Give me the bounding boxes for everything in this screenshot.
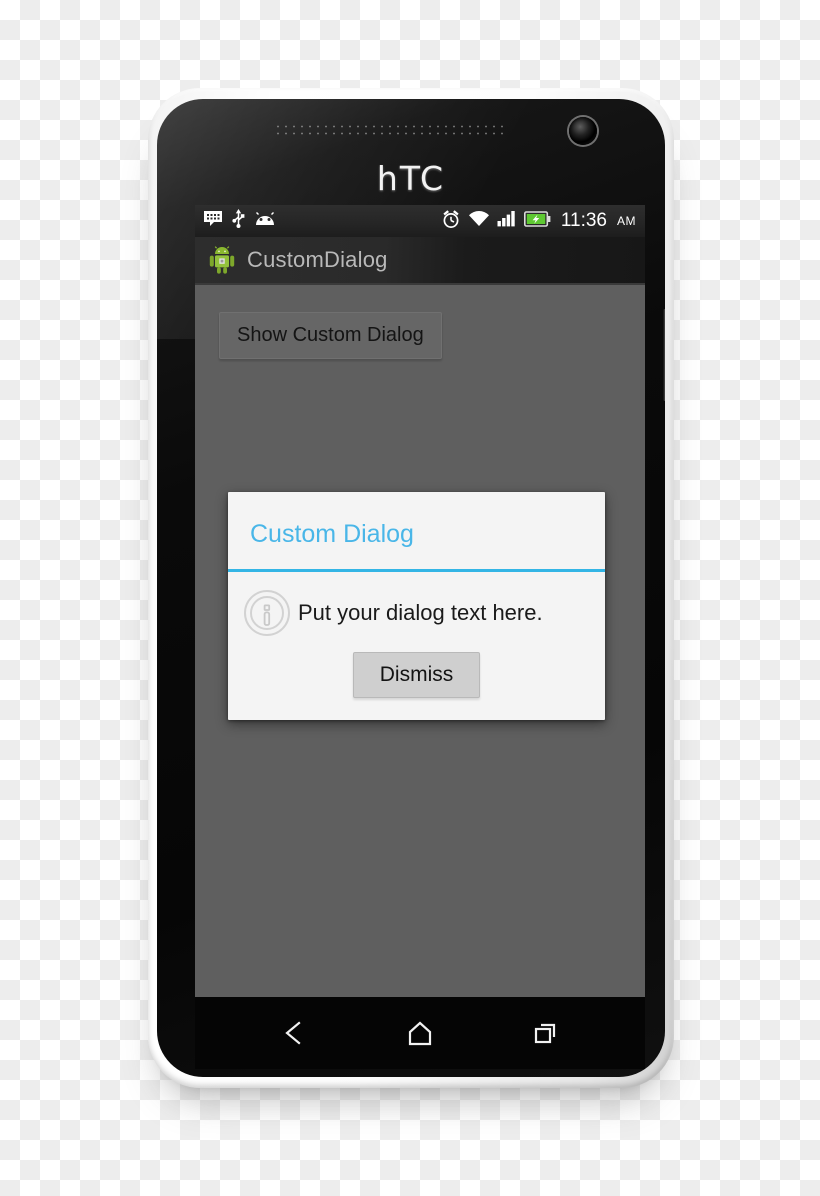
messaging-icon — [203, 210, 223, 232]
alarm-icon — [441, 209, 461, 234]
android-system-icon — [254, 211, 276, 231]
dismiss-button[interactable]: Dismiss — [352, 652, 481, 698]
status-bar-clock-period: AM — [617, 214, 636, 228]
recent-apps-button[interactable] — [517, 1011, 575, 1055]
dialog-title: Custom Dialog — [250, 520, 414, 548]
dialog-message: Put your dialog text here. — [298, 600, 543, 625]
back-button[interactable] — [265, 1011, 323, 1055]
action-bar: CustomDialog — [195, 237, 645, 285]
status-bar[interactable]: 11:36 AM — [195, 205, 645, 237]
app-content-area: Show Custom Dialog Custom Dialog Put you… — [195, 285, 645, 997]
android-robot-icon — [209, 246, 235, 274]
signal-icon — [497, 210, 517, 232]
navigation-bar — [195, 997, 645, 1069]
app-title: CustomDialog — [247, 247, 388, 272]
brand-logo: hTC — [376, 159, 446, 198]
dialog-body: Put your dialog text here. — [228, 572, 605, 642]
status-bar-clock: 11:36 — [560, 210, 607, 231]
front-camera-icon — [569, 117, 597, 145]
info-icon — [242, 588, 292, 638]
htc-phone-device: hTC 11:36 AM CustomDialog Show Custom Di… — [148, 88, 674, 1088]
device-front-panel: hTC 11:36 AM CustomDialog Show Custom Di… — [157, 99, 665, 1077]
speaker-grille-icon — [274, 123, 505, 137]
power-button[interactable] — [663, 309, 665, 401]
usb-icon — [232, 209, 245, 233]
wifi-icon — [468, 210, 490, 232]
dialog-actions: Dismiss — [228, 642, 605, 720]
status-bar-notifications — [203, 209, 276, 233]
phone-screen: 11:36 AM CustomDialog Show Custom Dialog… — [195, 205, 645, 997]
home-button[interactable] — [391, 1011, 449, 1055]
battery-charging-icon — [523, 210, 551, 232]
status-bar-system-icons: 11:36 AM — [441, 209, 636, 234]
custom-dialog: Custom Dialog Put your dialog text here. — [228, 492, 605, 720]
